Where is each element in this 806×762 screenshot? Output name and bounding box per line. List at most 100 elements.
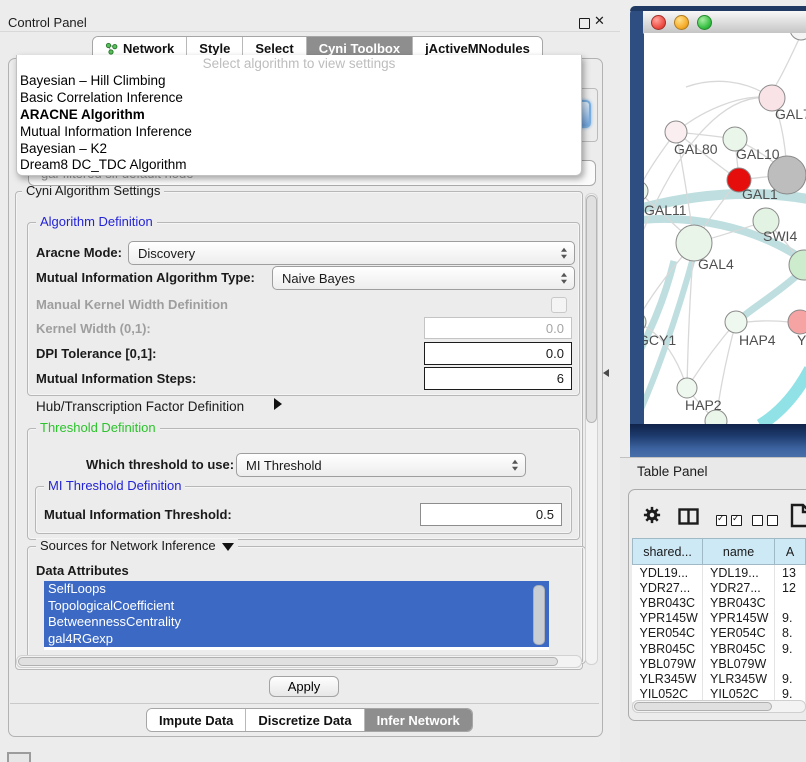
node-label-gal4: GAL4 [698,256,734,272]
attributes-scrollbar[interactable] [533,585,545,645]
sources-group-title: Sources for Network Inference [36,539,238,553]
dpi-tolerance-label: DPI Tolerance [0,1]: [36,346,156,361]
table-row[interactable]: YER054CYER054C8. [633,626,806,641]
network-canvas[interactable]: GAL7 GAL80 GAL10 GAL1 GAL11 SWI4 GAL4 GC… [644,33,806,424]
dpi-tolerance-value: 0.0 [546,346,564,361]
settings-horizontal-scrollbar-thumb[interactable] [18,657,558,666]
node-label-y: Y [797,332,806,348]
table-horizontal-scrollbar-thumb[interactable] [634,702,772,711]
mi-type-value: Naive Bayes [282,271,355,286]
mi-steps-field[interactable]: 6 [424,367,572,390]
table-row[interactable]: YLR345WYLR345W9. [633,671,806,686]
node-label-hap4: HAP4 [739,332,776,348]
table-row[interactable]: YBR043CYBR043C [633,595,806,610]
tab-discretize-data[interactable]: Discretize Data [246,709,364,731]
collapse-arrow-icon[interactable] [222,543,234,551]
table-cell: YDL19... [703,565,775,581]
network-node[interactable] [790,33,806,40]
network-node-salmon[interactable] [788,310,806,334]
unchecked-boxes-icon[interactable] [752,513,782,531]
network-window-frame-bottom [630,424,806,457]
mi-steps-value: 6 [557,371,564,386]
close-traffic-light-icon[interactable] [651,15,666,30]
table-cell: YBR045C [633,641,703,656]
algorithm-option[interactable]: Bayesian – K2 [17,141,581,158]
network-node-hap4[interactable] [725,311,747,333]
tab-infer-network[interactable]: Infer Network [365,709,472,731]
network-window-titlebar[interactable] [643,11,806,34]
float-window-icon[interactable] [579,18,590,29]
file-icon[interactable] [790,503,806,533]
tab-label: Discretize Data [258,713,351,728]
table-cell: 9. [775,641,806,656]
table-row[interactable]: YDR27...YDR27...12 [633,580,806,595]
mi-type-label: Mutual Information Algorithm Type: [36,270,255,285]
table-cell: YBL079W [703,656,775,671]
data-attribute-item[interactable]: gal4RGexp [44,631,549,648]
combo-stepper-icon [512,460,518,471]
mi-threshold-label: Mutual Information Threshold: [44,507,232,522]
minimize-traffic-light-icon[interactable] [674,15,689,30]
algorithm-option[interactable]: Bayesian – Hill Climbing [17,73,581,90]
algorithm-dropdown-list: Bayesian – Hill ClimbingBasic Correlatio… [17,73,581,174]
algorithm-option[interactable]: ARACNE Algorithm [17,107,581,124]
column-header-shared-name[interactable]: shared... [633,539,703,565]
algorithm-option[interactable]: Dream8 DC_TDC Algorithm [17,157,581,174]
table-cell: YBL079W [633,656,703,671]
dpi-tolerance-field[interactable]: 0.0 [424,342,572,365]
settings-group-title: Cyni Algorithm Settings [22,184,164,198]
algorithm-option[interactable]: Basic Correlation Inference [17,90,581,107]
panel-bottom-divider [10,703,599,704]
table-cell: YER054C [703,626,775,641]
kernel-width-field[interactable]: 0.0 [424,317,572,339]
apply-button[interactable]: Apply [269,676,339,697]
table-cell: YDR27... [633,580,703,595]
sources-title-text: Sources for Network Inference [40,538,216,553]
column-icon[interactable] [678,508,699,530]
table-header: shared... name A [633,539,806,565]
splitter-handle-icon[interactable] [603,369,609,377]
tab-impute-data[interactable]: Impute Data [147,709,246,731]
zoom-traffic-light-icon[interactable] [697,15,712,30]
node-label-gal80: GAL80 [674,141,718,157]
gear-icon[interactable] [643,506,661,529]
combo-stepper-icon [561,273,567,284]
network-node-gcy1[interactable] [644,312,646,332]
application: Control Panel ✕ Network Style Select [0,0,806,762]
table-cell: YBR043C [633,595,703,610]
which-threshold-combo[interactable]: MI Threshold [236,453,526,477]
algorithm-dropdown: Select algorithm to view settings Bayesi… [16,55,582,176]
table-cell: YER054C [633,626,703,641]
settings-vertical-scrollbar-thumb[interactable] [586,195,597,423]
data-attribute-item[interactable]: SelfLoops [44,581,549,598]
mi-threshold-value: 0.5 [536,507,554,522]
table-row[interactable]: YBL079WYBL079W [633,656,806,671]
network-node-hap2[interactable] [677,378,697,398]
network-node-gal80[interactable] [665,121,687,143]
algorithm-definition-title: Algorithm Definition [36,215,157,229]
mi-type-combo[interactable]: Naive Bayes [272,266,575,290]
column-header-partial[interactable]: A [775,539,806,565]
table-row[interactable]: YBR045CYBR045C9. [633,641,806,656]
combo-stepper-icon [561,248,567,259]
which-threshold-label: Which threshold to use: [86,457,234,472]
checked-boxes-icon[interactable] [716,513,746,531]
manual-kernel-checkbox[interactable] [551,297,567,313]
hub-definition-label[interactable]: Hub/Transcription Factor Definition [36,399,244,414]
expand-arrow-icon[interactable] [274,398,282,410]
node-label-hap2: HAP2 [685,397,722,413]
table-row[interactable]: YDL19...YDL19...13 [633,565,806,581]
mi-threshold-field[interactable]: 0.5 [420,503,562,526]
table-cell: 13 [775,565,806,581]
tab-label: jActiveMNodules [425,41,530,56]
network-edge-cyan [760,369,806,424]
data-attribute-item[interactable]: TopologicalCoefficient [44,598,549,615]
aracne-mode-combo[interactable]: Discovery [128,241,575,265]
table-cell: 9. [775,671,806,686]
data-attribute-item[interactable]: BetweennessCentrality [44,614,549,631]
algorithm-option[interactable]: Mutual Information Inference [17,124,581,141]
table-row[interactable]: YPR145WYPR145W9. [633,611,806,626]
close-icon[interactable]: ✕ [594,13,605,29]
column-header-name[interactable]: name [703,539,775,565]
table-cell: 8. [775,626,806,641]
